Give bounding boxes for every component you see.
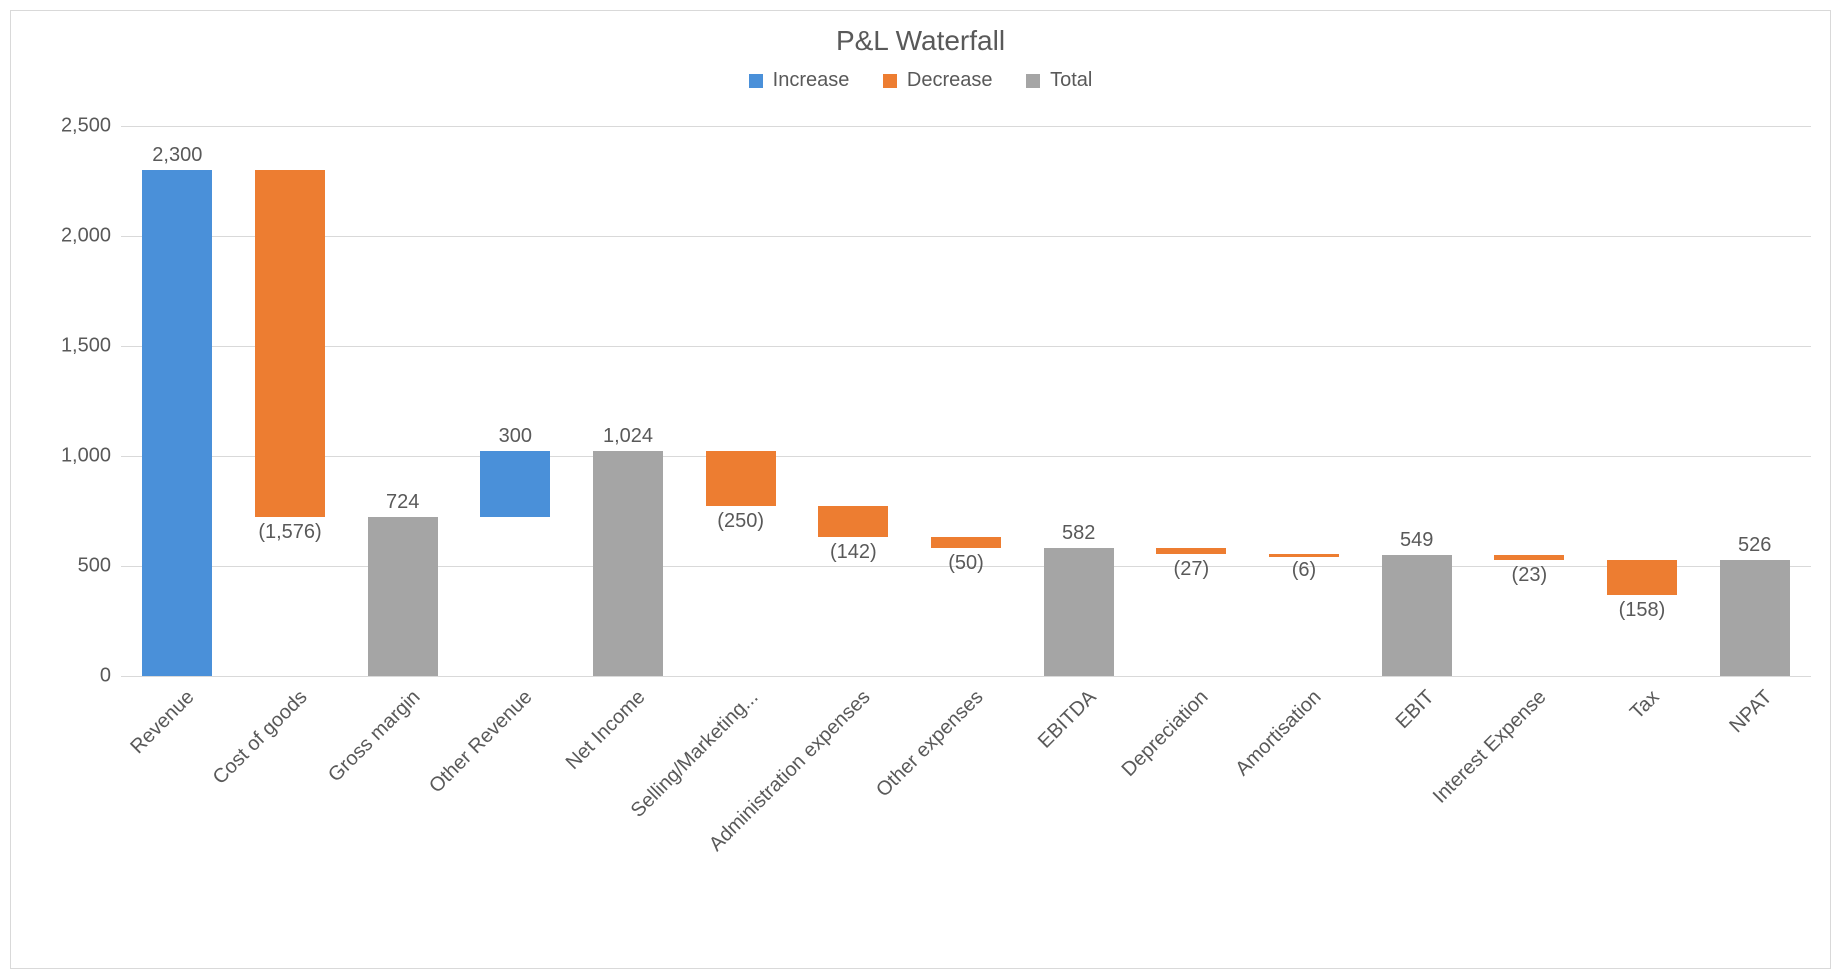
x-category-label: Gross margin [324,686,425,787]
bar-value-label: (23) [1459,564,1599,587]
x-category-label: Depreciation [1118,686,1214,782]
x-category-label: Revenue [127,686,200,759]
waterfall-bar [1044,548,1114,676]
gridline [121,346,1811,347]
x-category-label: Net Income [562,686,651,775]
legend-swatch-increase [749,74,763,88]
x-category-label: Cost of goods [209,686,313,790]
bar-value-label: 2,300 [107,144,247,167]
legend-swatch-decrease [883,74,897,88]
waterfall-bar [142,170,212,676]
bar-value-label: 549 [1347,529,1487,552]
waterfall-bar [818,506,888,537]
bar-value-label: (50) [896,552,1036,575]
chart-area: P&L Waterfall Increase Decrease Total 05… [10,10,1831,969]
bar-value-label: (250) [671,510,811,533]
gridline [121,456,1811,457]
gridline [121,126,1811,127]
waterfall-bar [593,451,663,676]
waterfall-bar [1607,560,1677,595]
bar-value-label: 526 [1685,534,1825,557]
x-category-label: Other expenses [872,686,988,802]
bar-value-label: 724 [333,491,473,514]
legend-item-decrease: Decrease [883,69,993,92]
x-category-label: Amortisation [1231,686,1326,781]
x-category-label: NPAT [1725,686,1777,738]
waterfall-bar [1720,560,1790,676]
plot-area: 05001,0001,5002,0002,5002,300Revenue(1,5… [121,126,1811,677]
chart-title: P&L Waterfall [11,25,1830,57]
y-tick-label: 2,500 [31,115,111,138]
waterfall-bar [1382,555,1452,676]
y-tick-label: 2,000 [31,225,111,248]
legend-label-total: Total [1050,69,1092,92]
x-category-label: Other Revenue [425,686,537,798]
waterfall-bar [1494,555,1564,560]
y-tick-label: 1,000 [31,445,111,468]
waterfall-bar [368,517,438,676]
x-category-label: EBITDA [1034,686,1101,753]
waterfall-bar [931,537,1001,548]
waterfall-bar [480,451,550,517]
bar-value-label: (158) [1572,599,1712,622]
waterfall-bar [255,170,325,517]
gridline [121,236,1811,237]
legend-label-decrease: Decrease [907,69,993,92]
bar-value-label: 1,024 [558,425,698,448]
waterfall-bar [1156,548,1226,554]
bar-value-label: (6) [1234,559,1374,582]
bar-value-label: 582 [1009,522,1149,545]
bar-value-label: (1,576) [220,521,360,544]
x-category-label: EBIT [1391,686,1439,734]
y-tick-label: 1,500 [31,335,111,358]
y-tick-label: 0 [31,665,111,688]
y-tick-label: 500 [31,555,111,578]
waterfall-bar [1269,554,1339,557]
legend-item-increase: Increase [749,69,850,92]
legend-swatch-total [1026,74,1040,88]
waterfall-bar [706,451,776,506]
x-category-label: Interest Expense [1429,686,1551,808]
legend-item-total: Total [1026,69,1092,92]
x-category-label: Tax [1626,686,1664,724]
legend-label-increase: Increase [773,69,850,92]
chart-legend: Increase Decrease Total [11,69,1830,94]
